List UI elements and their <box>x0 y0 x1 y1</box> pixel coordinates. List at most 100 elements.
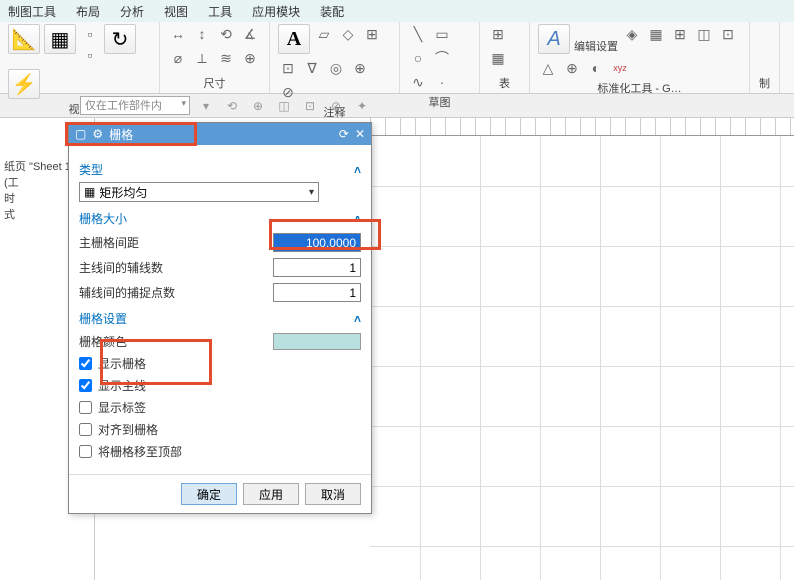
section-settings-label: 栅格设置 <box>79 310 127 327</box>
cancel-button[interactable]: 取消 <box>305 483 361 505</box>
std-icon-xyz[interactable]: xyz <box>610 58 630 78</box>
dim-icon-7[interactable]: ≋ <box>216 48 236 68</box>
menu-layout[interactable]: 布局 <box>76 3 100 20</box>
std-icon-4[interactable]: ◫ <box>694 24 714 44</box>
dim-icon-2[interactable]: ↕ <box>192 24 212 44</box>
dim-icon-6[interactable]: ⟂ <box>192 48 212 68</box>
show-labels-input[interactable] <box>79 401 92 414</box>
grid-type-select[interactable]: ▦矩形均匀 <box>79 182 319 202</box>
menu-analysis[interactable]: 分析 <box>120 3 144 20</box>
ann-icon-7[interactable]: ⊕ <box>350 58 370 78</box>
cb-icon-7[interactable]: ✦ <box>352 97 372 115</box>
grid-on-top-input[interactable] <box>79 445 92 458</box>
ann-icon-3[interactable]: ⊞ <box>362 24 382 44</box>
snap-to-grid-input[interactable] <box>79 423 92 436</box>
table-icon-2[interactable]: ▦ <box>488 48 508 68</box>
std-icon-7[interactable]: ⊕ <box>562 58 582 78</box>
base-view-icon[interactable]: ▦ <box>44 24 76 54</box>
cb-icon-6[interactable]: ⊘ <box>326 97 346 115</box>
dim-icon-1[interactable]: ↔ <box>168 24 188 44</box>
sketch-line-icon[interactable]: ╲ <box>408 24 428 44</box>
note-icon[interactable]: A <box>278 24 310 54</box>
close-icon[interactable]: ✕ <box>355 127 365 141</box>
show-grid-label: 显示栅格 <box>98 355 146 372</box>
drawing-canvas[interactable] <box>370 136 794 580</box>
section-settings-header[interactable]: 栅格设置 ˄ <box>79 310 361 327</box>
update-view-icon[interactable]: ↻ <box>104 24 136 54</box>
std-icon-2[interactable]: ▦ <box>646 24 666 44</box>
sketch-arc-icon[interactable]: ⌒ <box>432 48 452 68</box>
refresh-icon[interactable]: ⟳ <box>339 127 349 141</box>
snap-to-grid-checkbox[interactable]: 对齐到栅格 <box>79 421 361 438</box>
menu-assembly[interactable]: 装配 <box>320 3 344 20</box>
ribbon-group-table: ⊞ ▦ 表 <box>480 22 530 93</box>
dim-icon-3[interactable]: ⟲ <box>216 24 236 44</box>
ann-icon-1[interactable]: ▱ <box>314 24 334 44</box>
menu-bar: 制图工具 布局 分析 视图 工具 应用模块 装配 <box>0 0 794 22</box>
show-major-checkbox[interactable]: 显示主线 <box>79 377 361 394</box>
menu-app-module[interactable]: 应用模块 <box>252 3 300 20</box>
ribbon-group-sketch: ╲ ▭ ○ ⌒ ∿ · 草图 <box>400 22 480 93</box>
show-labels-checkbox[interactable]: 显示标签 <box>79 399 361 416</box>
std-icon-8[interactable]: ◐ <box>586 58 606 78</box>
ribbon: 📐 ▦ ▫ ▫ ↻ ⚡ 视图 ↔ ↕ ⟲ ∡ ⌀ ⟂ ≋ ⊕ 尺寸 A ▱ ◇ <box>0 22 794 94</box>
grid-on-top-label: 将栅格移至顶部 <box>98 443 182 460</box>
ribbon-group-view: 📐 ▦ ▫ ▫ ↻ ⚡ 视图 <box>0 22 160 93</box>
quick-icon[interactable]: ⚡ <box>8 69 40 99</box>
sketch-circle-icon[interactable]: ○ <box>408 48 428 68</box>
chevron-up-icon: ˄ <box>354 212 361 226</box>
menu-view[interactable]: 视图 <box>164 3 188 20</box>
grid-color-swatch[interactable] <box>273 333 361 350</box>
std-icon-5[interactable]: ⊡ <box>718 24 738 44</box>
ann-icon-2[interactable]: ◇ <box>338 24 358 44</box>
section-type-header[interactable]: 类型 ˄ <box>79 161 361 178</box>
cb-icon-1[interactable]: ▾ <box>196 97 216 115</box>
context-bar: 仅在工作部件内 ▾ ⟲ ⊕ ◫ ⊡ ⊘ ✦ <box>0 94 794 118</box>
apply-button[interactable]: 应用 <box>243 483 299 505</box>
edit-settings-icon[interactable]: A <box>538 24 570 54</box>
std-icon-3[interactable]: ⊞ <box>670 24 690 44</box>
cb-icon-2[interactable]: ⟲ <box>222 97 242 115</box>
table-icon-1[interactable]: ⊞ <box>488 24 508 44</box>
scope-combo[interactable]: 仅在工作部件内 <box>80 96 190 115</box>
dim-icon-4[interactable]: ∡ <box>240 24 260 44</box>
show-major-label: 显示主线 <box>98 377 146 394</box>
show-grid-input[interactable] <box>79 357 92 370</box>
dialog-title: 栅格 <box>109 126 133 143</box>
wizard-icon[interactable]: 📐 <box>8 24 40 54</box>
menu-tools[interactable]: 工具 <box>208 3 232 20</box>
sketch-wave-icon[interactable]: ∿ <box>408 72 428 92</box>
std-icon-1[interactable]: ◈ <box>622 24 642 44</box>
major-spacing-input[interactable] <box>273 233 361 252</box>
ribbon-label-dimension: 尺寸 <box>168 73 261 91</box>
sketch-rect-icon[interactable]: ▭ <box>432 24 452 44</box>
std-icon-6[interactable]: △ <box>538 58 558 78</box>
menu-drawing-tools[interactable]: 制图工具 <box>8 3 56 20</box>
cb-icon-3[interactable]: ⊕ <box>248 97 268 115</box>
section-size-header[interactable]: 栅格大小 ˄ <box>79 210 361 227</box>
dim-icon-5[interactable]: ⌀ <box>168 48 188 68</box>
ribbon-small-1[interactable]: ▫ <box>80 24 100 44</box>
cb-icon-4[interactable]: ◫ <box>274 97 294 115</box>
gear-icon: ⚙ <box>92 127 103 141</box>
show-grid-checkbox[interactable]: 显示栅格 <box>79 355 361 372</box>
ribbon-group-make: 制 <box>750 22 780 93</box>
marker-icon: ▢ <box>75 127 86 141</box>
ruler-horizontal[interactable] <box>370 118 794 136</box>
snap-points-input[interactable] <box>273 283 361 302</box>
sketch-point-icon[interactable]: · <box>432 72 452 92</box>
ann-icon-5[interactable]: ∇ <box>302 58 322 78</box>
show-major-input[interactable] <box>79 379 92 392</box>
dim-icon-8[interactable]: ⊕ <box>240 48 260 68</box>
section-type-label: 类型 <box>79 161 103 178</box>
cb-icon-5[interactable]: ⊡ <box>300 97 320 115</box>
grid-type-value: 矩形均匀 <box>99 184 147 201</box>
ann-icon-6[interactable]: ◎ <box>326 58 346 78</box>
ann-icon-4[interactable]: ⊡ <box>278 58 298 78</box>
ribbon-small-2[interactable]: ▫ <box>80 45 100 65</box>
minor-lines-input[interactable] <box>273 258 361 277</box>
ok-button[interactable]: 确定 <box>181 483 237 505</box>
ribbon-label-make: 制 <box>758 73 771 91</box>
grid-on-top-checkbox[interactable]: 将栅格移至顶部 <box>79 443 361 460</box>
dialog-titlebar[interactable]: ▢ ⚙ 栅格 ⟳ ✕ <box>69 123 371 145</box>
